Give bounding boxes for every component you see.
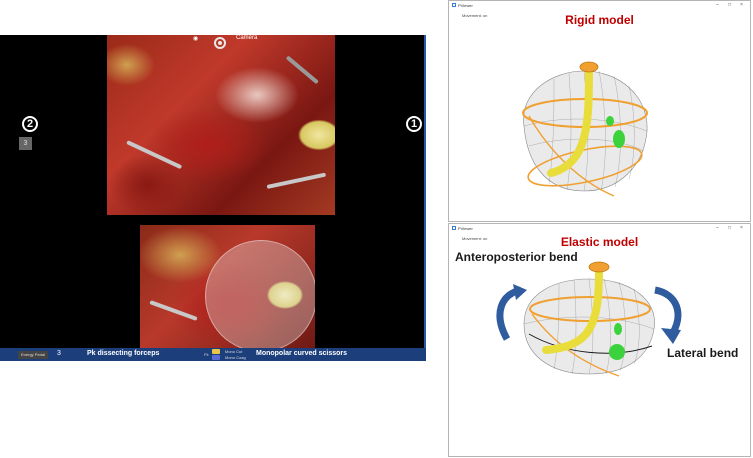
mono-cut-label: Mono Cut: [225, 349, 243, 354]
arm-3-indicator: 3: [57, 350, 61, 357]
elastic-prostate-model[interactable]: [514, 254, 664, 384]
surgical-console-view: ◉ Camera 2 3 1 Energy Pedal 3 Pk dissect…: [0, 35, 426, 361]
lateral-bend-label: Lateral bend: [667, 346, 739, 360]
energy-pedal-indicator[interactable]: Energy Pedal: [18, 351, 49, 359]
camera-label: Camera: [236, 35, 258, 41]
endoscope-view-main: [107, 35, 335, 215]
window-titlebar: PViewer – □ ×: [449, 224, 750, 233]
right-tool-label: Monopolar curved scissors: [256, 350, 348, 357]
instrument-shaft: [149, 300, 198, 321]
instrument-shaft: [126, 140, 183, 170]
instrument-shaft: [285, 55, 319, 85]
app-icon: [452, 3, 456, 7]
anteroposterior-bend-label: Anteroposterior bend: [455, 250, 578, 264]
maximize-button[interactable]: □: [728, 225, 731, 231]
instrument-shaft: [266, 172, 327, 189]
model-title: Elastic model: [560, 235, 639, 249]
mono-coag-indicator-icon: [212, 355, 220, 360]
arm-indicator-icon: ◉: [193, 36, 199, 42]
maximize-button[interactable]: □: [728, 2, 731, 8]
lateral-bend-arrow: [654, 286, 682, 344]
window-title: PViewer: [458, 226, 473, 231]
minimize-button[interactable]: –: [716, 2, 719, 8]
console-top-icons: ◉ Camera: [0, 35, 426, 49]
tumor-lesion: [614, 323, 622, 335]
console-status-bar: Energy Pedal 3 Pk dissecting forceps Pk …: [0, 348, 426, 361]
arm-3-tab[interactable]: 3: [19, 137, 32, 150]
tumor-lesion: [606, 116, 614, 126]
viewer-window-rigid: PViewer – □ × Movement: on Rigid model: [448, 0, 751, 222]
console-border: [424, 35, 426, 361]
endoscope-view-overlay: [140, 225, 315, 361]
anteroposterior-bend-arrow: [496, 284, 527, 341]
urethra-opening: [588, 261, 610, 273]
mono-cut-indicator-icon: [212, 349, 220, 354]
mono-coag-label: Mono Coag: [225, 355, 246, 360]
close-button[interactable]: ×: [740, 225, 743, 231]
rigid-prostate-model[interactable]: [509, 41, 659, 201]
arm-1-badge: 1: [406, 116, 422, 132]
app-icon: [452, 226, 456, 230]
urethra-opening: [579, 61, 599, 73]
arm-2-badge: 2: [22, 116, 38, 132]
tumor-lesion: [609, 344, 625, 360]
ar-prostate-overlay: [205, 240, 315, 352]
window-title: PViewer: [458, 3, 473, 8]
minimize-button[interactable]: –: [716, 225, 719, 231]
left-tool-label: Pk dissecting forceps: [87, 350, 160, 357]
close-button[interactable]: ×: [740, 2, 743, 8]
tumor-lesion: [613, 130, 625, 148]
arm-small-label: Pk: [204, 352, 209, 357]
camera-icon[interactable]: [214, 37, 226, 49]
window-titlebar: PViewer – □ ×: [449, 1, 750, 10]
model-title: Rigid model: [565, 13, 634, 27]
